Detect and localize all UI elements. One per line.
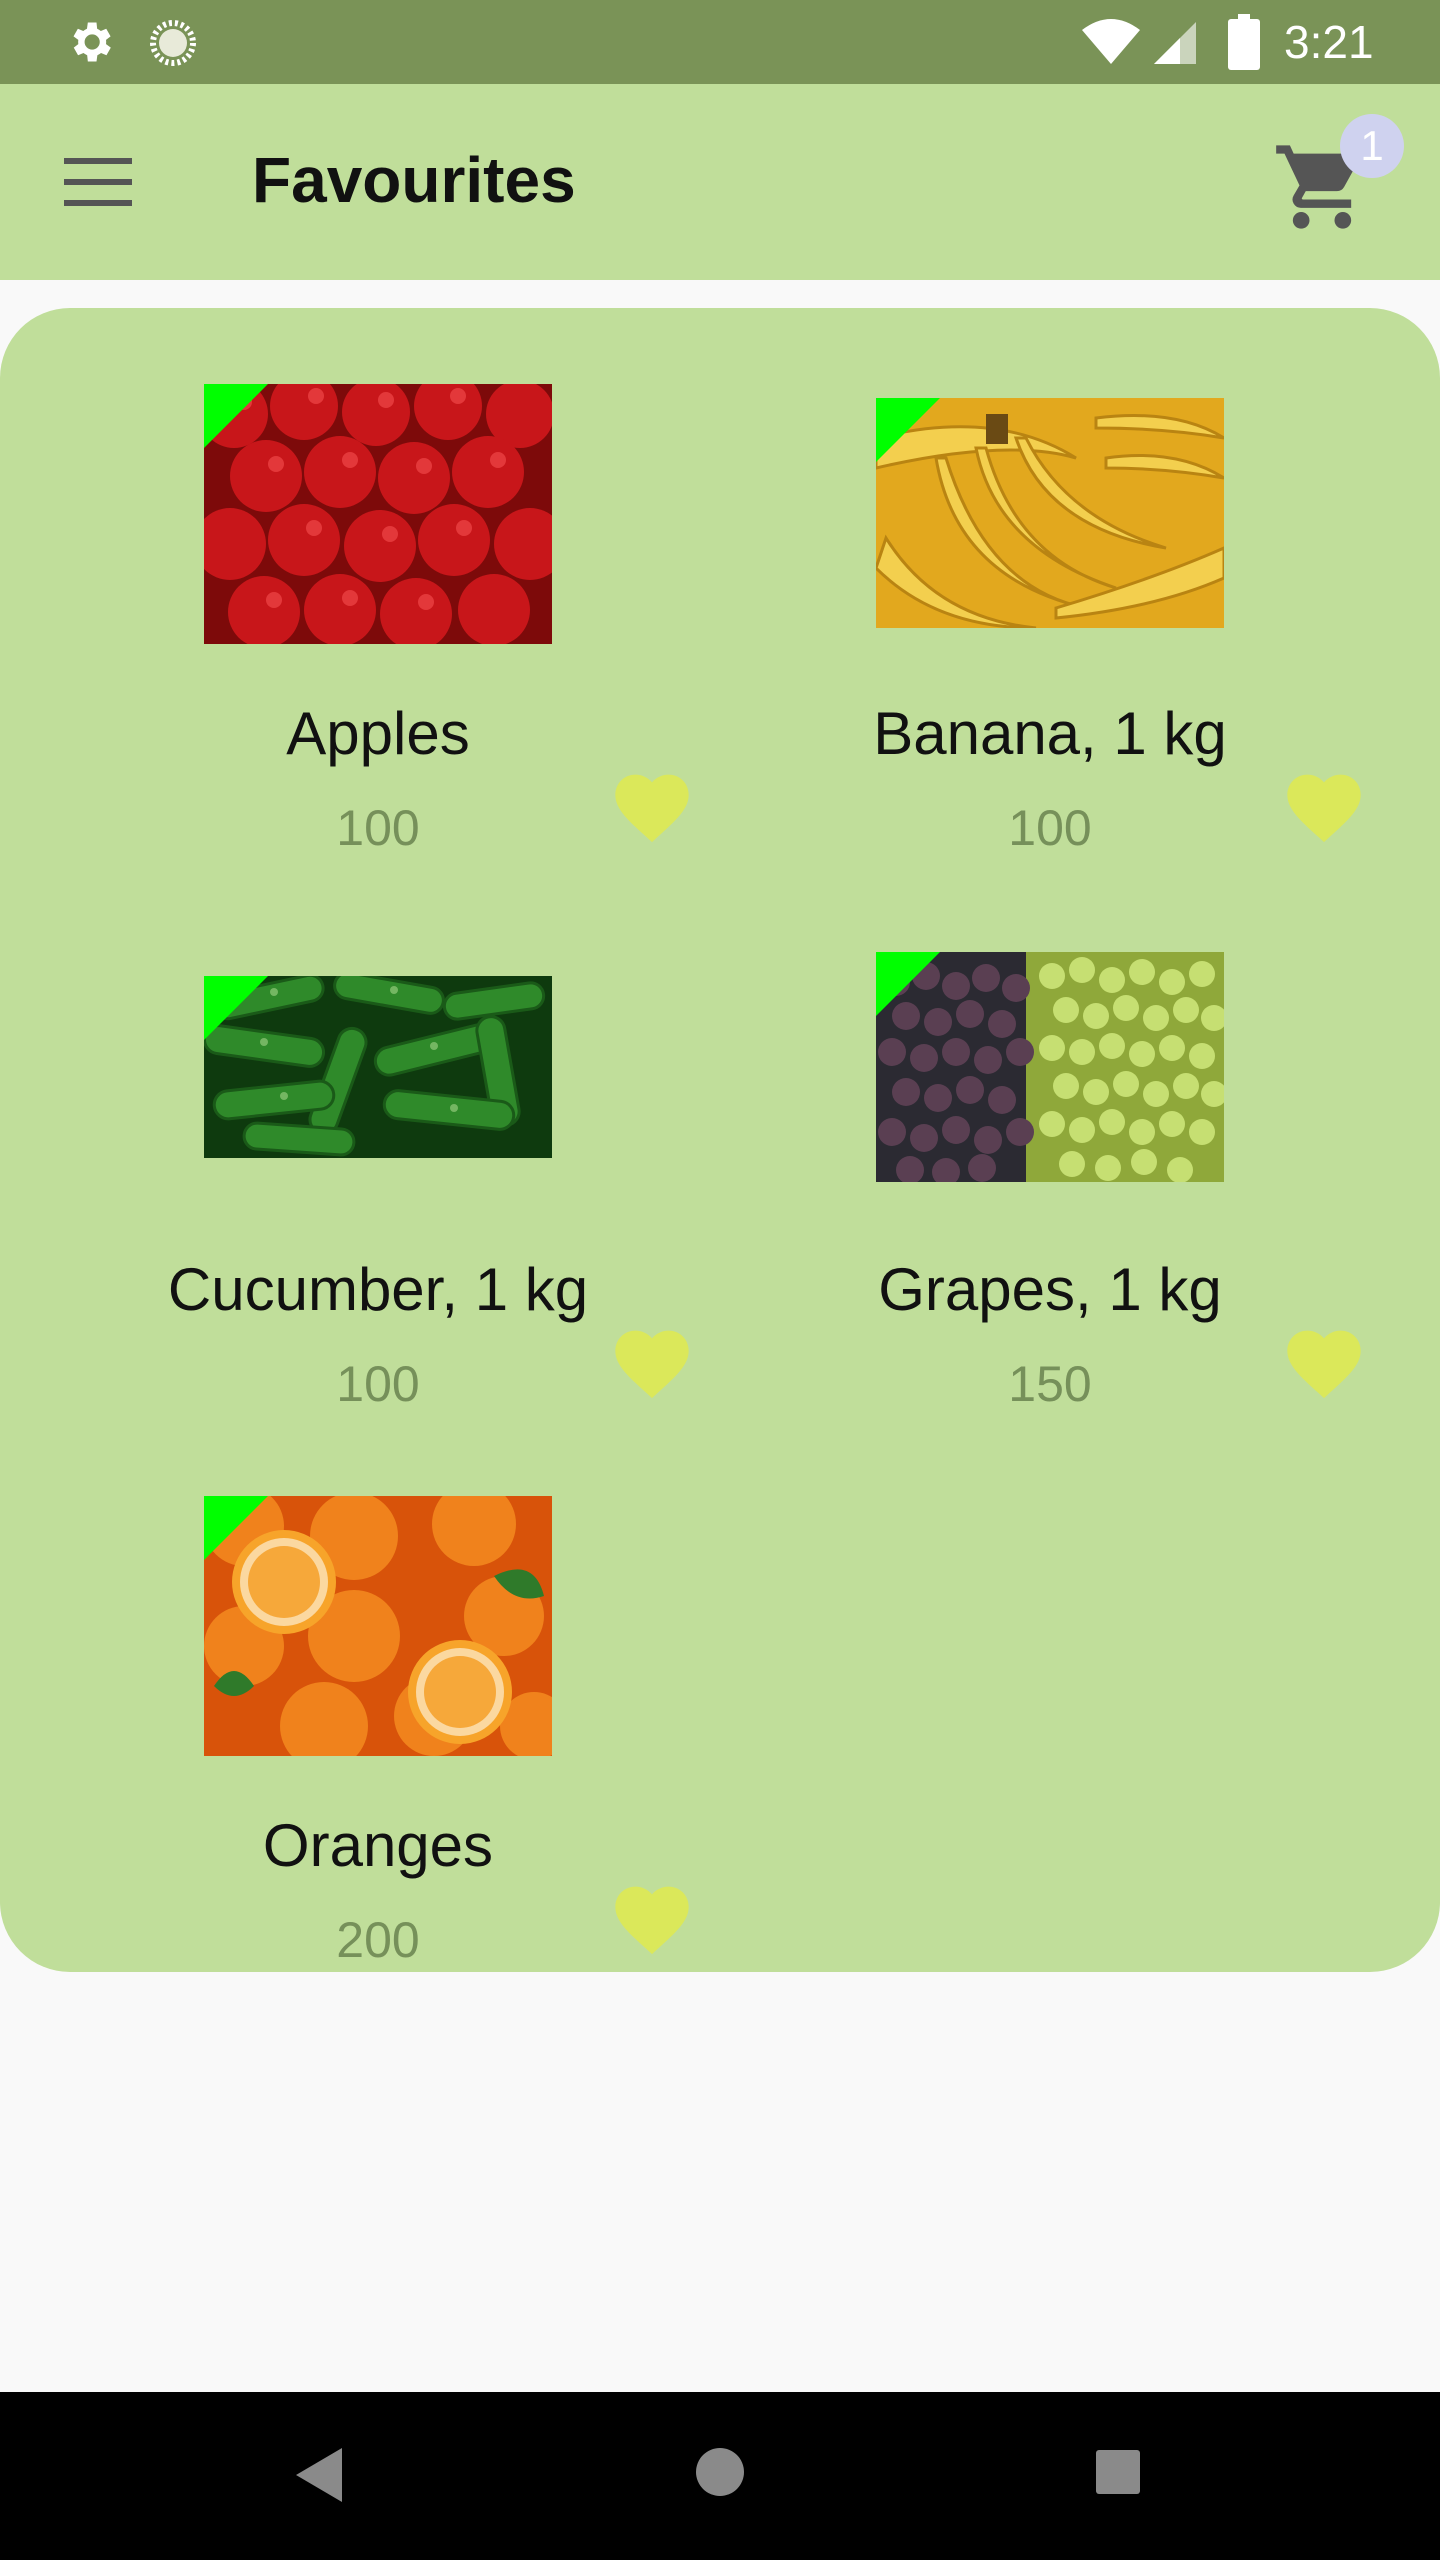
product-name: Banana, 1 kg: [873, 700, 1227, 767]
tag-corner: [204, 1496, 268, 1560]
product-card-grapes[interactable]: Grapes, 1 kg 150: [672, 864, 1361, 1420]
back-icon[interactable]: [296, 2448, 342, 2502]
product-name: Apples: [286, 700, 470, 767]
favourites-list: Apples 100 Banana, 1 kg 100 Cucumber, 1 …: [0, 308, 1440, 1972]
tag-corner: [204, 976, 268, 1040]
product-card-cucumber[interactable]: Cucumber, 1 kg 100: [0, 864, 689, 1420]
wifi-icon: [1082, 19, 1140, 64]
tag-corner: [876, 398, 940, 462]
tag-corner: [876, 952, 940, 1016]
page-title: Favourites: [252, 144, 576, 216]
signal-icon: [1154, 22, 1196, 64]
recents-icon[interactable]: [1096, 2450, 1140, 2494]
product-image-oranges: [204, 1496, 552, 1756]
heart-icon[interactable]: [1280, 1318, 1368, 1402]
product-name: Oranges: [262, 1812, 494, 1879]
battery-icon: [1228, 14, 1260, 70]
status-bar: 3:21: [0, 0, 1440, 84]
cart-count-badge: 1: [1340, 114, 1404, 178]
heart-icon[interactable]: [1280, 762, 1368, 846]
heart-icon[interactable]: [608, 1874, 696, 1958]
product-card-apples[interactable]: Apples 100: [0, 308, 689, 864]
gear-icon: [73, 22, 111, 62]
app-bar: Favourites 1: [0, 84, 1440, 280]
product-card-oranges[interactable]: Oranges 200: [0, 1420, 689, 1976]
product-image-grapes: [876, 952, 1224, 1182]
status-time: 3:21: [1284, 16, 1374, 68]
product-image-banana: [876, 398, 1224, 628]
product-name: Grapes, 1 kg: [878, 1256, 1222, 1323]
product-card-banana[interactable]: Banana, 1 kg 100: [672, 308, 1361, 864]
product-image-apples: [204, 384, 552, 644]
tag-corner: [204, 384, 268, 448]
sync-icon: [150, 20, 196, 66]
product-image-cucumber: [204, 976, 552, 1158]
product-name: Cucumber, 1 kg: [167, 1256, 589, 1323]
system-navigation-bar: [0, 2392, 1440, 2560]
home-icon[interactable]: [696, 2448, 744, 2496]
hamburger-menu-icon[interactable]: [64, 156, 132, 208]
